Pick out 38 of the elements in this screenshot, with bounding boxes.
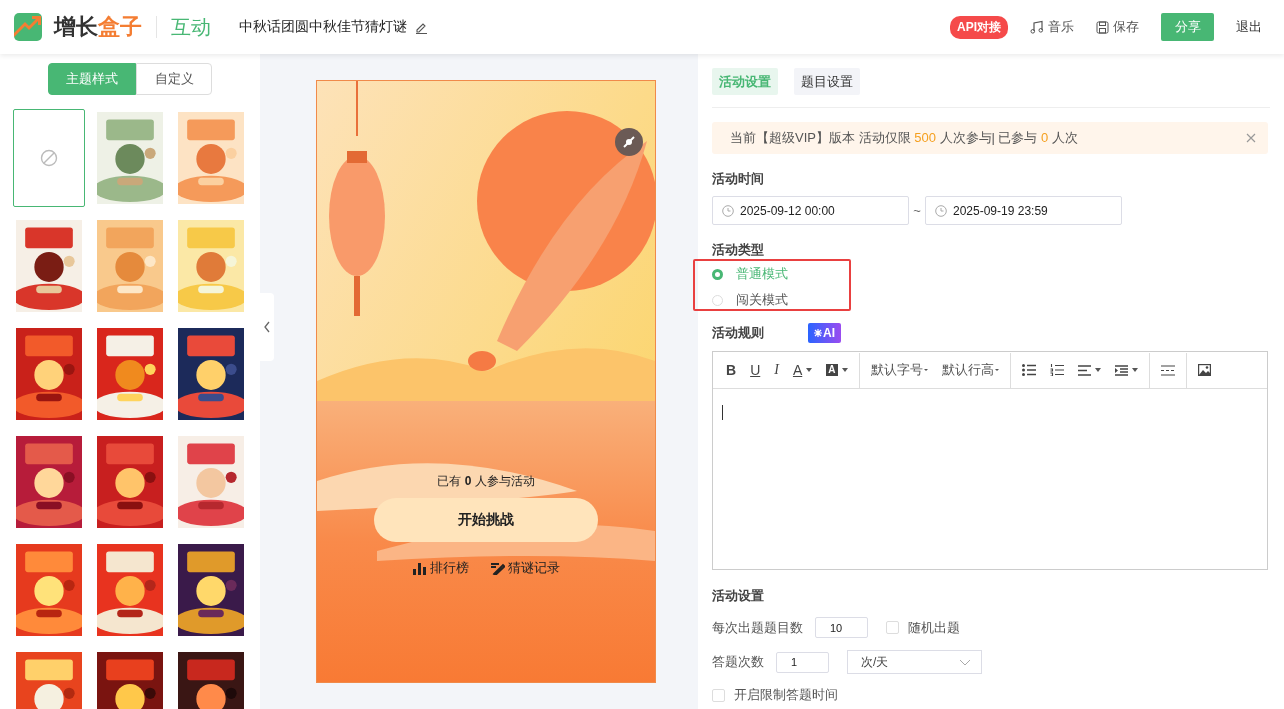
exit-button[interactable]: 退出 bbox=[1236, 18, 1262, 36]
notice-text: 当前【超级VIP】版本 活动仅限 500 人次参与| 已参与 0 人次 bbox=[730, 129, 1078, 147]
record-link[interactable]: 猜谜记录 bbox=[490, 559, 560, 577]
participant-count: 已有 0 人参与活动 bbox=[437, 473, 535, 490]
style-tab[interactable]: 自定义 bbox=[136, 63, 212, 95]
start-button[interactable]: 开始挑战 bbox=[374, 498, 598, 542]
range-separator: ~ bbox=[912, 203, 922, 218]
end-date-field[interactable]: 2025-09-19 23:59 bbox=[925, 196, 1122, 225]
attempt-count-field[interactable]: 1 bbox=[776, 651, 829, 673]
time-limit-checkbox[interactable]: 开启限制答题时间 bbox=[712, 686, 838, 704]
section-title: 互动 bbox=[171, 14, 211, 40]
background-color-button[interactable]: A bbox=[819, 357, 855, 383]
field-label: 活动时间 bbox=[712, 170, 764, 188]
italic-button[interactable]: I bbox=[767, 357, 786, 383]
underline-button[interactable]: U bbox=[743, 357, 768, 383]
question-count-field[interactable]: 10 bbox=[815, 617, 868, 638]
bold-button[interactable]: B bbox=[719, 357, 744, 383]
period-dropdown[interactable]: 次/天 bbox=[847, 650, 982, 674]
music-button[interactable]: 音乐 bbox=[1030, 18, 1074, 36]
format-dropdown[interactable]: 默认字号 bbox=[863, 357, 935, 383]
save-button[interactable]: 保存 bbox=[1096, 18, 1139, 36]
mode-radio[interactable]: 闯关模式 bbox=[712, 291, 788, 309]
brand-name: 增长盒子 bbox=[54, 16, 157, 38]
start-date-field[interactable]: 2025-09-12 00:00 bbox=[712, 196, 909, 225]
ai-button[interactable]: AI bbox=[808, 323, 841, 343]
format-dropdown[interactable]: 默认行高 bbox=[934, 357, 1006, 383]
leaderboard-link[interactable]: 排行榜 bbox=[412, 559, 469, 577]
random-checkbox[interactable]: 随机出题 bbox=[886, 618, 960, 637]
rich-text-editor[interactable]: B U I A A 默认字号 默认行高 bbox=[712, 351, 1268, 570]
settings-tab[interactable]: 题目设置 bbox=[794, 68, 860, 95]
api-badge[interactable]: API对接 bbox=[950, 15, 1008, 39]
activity-title: 中秋话团圆中秋佳节猜灯谜 bbox=[239, 18, 407, 36]
field-label: 答题次数 bbox=[712, 653, 764, 671]
font-color-button[interactable]: A bbox=[785, 357, 820, 383]
field-label: 每次出题题目数 bbox=[712, 618, 803, 637]
section-heading: 活动设置 bbox=[712, 587, 764, 605]
field-label: 活动类型 bbox=[712, 241, 764, 259]
field-label: 活动规则 bbox=[712, 324, 764, 342]
